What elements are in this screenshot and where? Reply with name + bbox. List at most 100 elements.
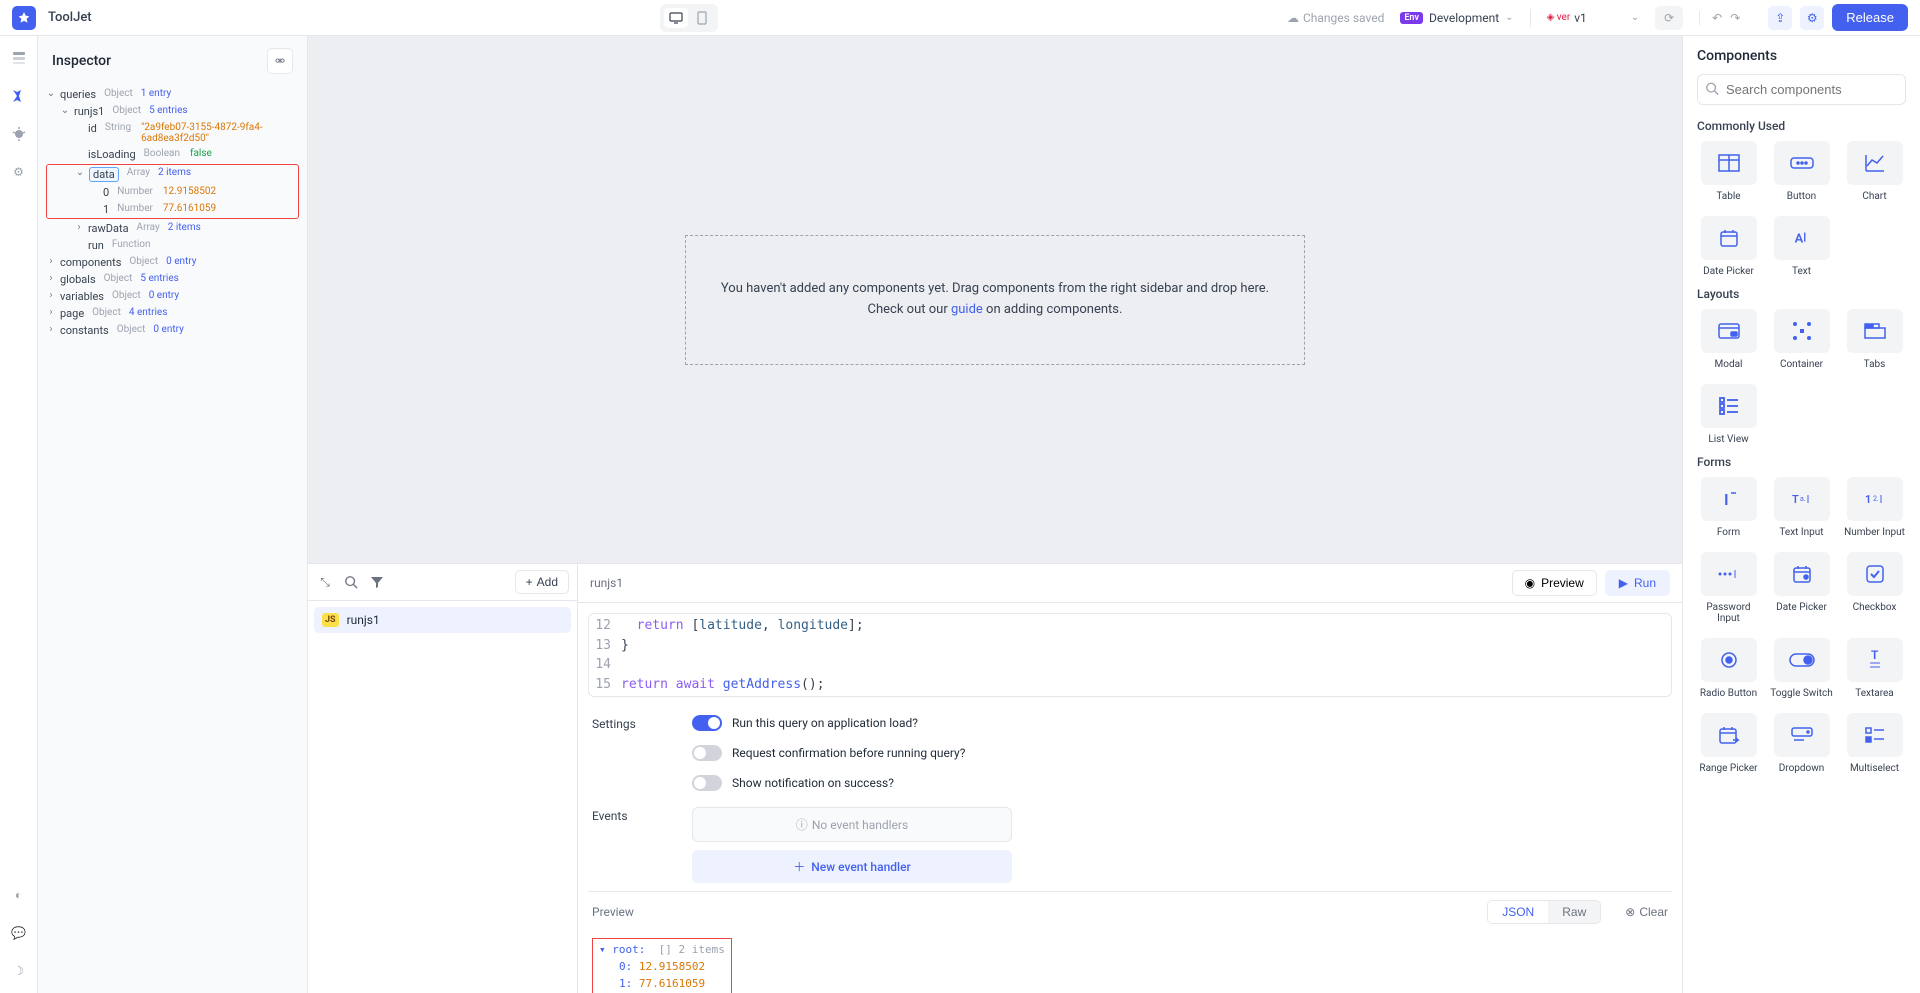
component-radiobutton[interactable]: Radio Button [1697, 638, 1760, 699]
component-multiselect[interactable]: Multiselect [1843, 713, 1906, 774]
undo-button[interactable]: ↶ [1712, 11, 1722, 25]
collapse-button[interactable]: ⤡ [316, 573, 334, 591]
components-title: Components [1697, 48, 1906, 64]
component-chart[interactable]: Chart [1843, 141, 1906, 202]
component-dropdown[interactable]: Dropdown [1770, 713, 1833, 774]
env-selector[interactable]: Env Development ⌄ [1400, 11, 1513, 25]
query-item-runjs1[interactable]: JS runjs1 [314, 607, 571, 633]
caret-icon[interactable]: ⌄ [46, 88, 56, 99]
section-commonly-used: Commonly Used [1697, 119, 1906, 133]
caret-icon[interactable]: › [46, 324, 56, 335]
plus-icon: ＋ [793, 858, 805, 875]
release-button[interactable]: Release [1832, 4, 1908, 31]
chevron-down-icon: ⌄ [1505, 12, 1513, 23]
version-badge-icon: ◈ ver [1547, 12, 1571, 23]
theme-button[interactable]: ☽ [9, 961, 29, 981]
close-icon: ⊗ [1625, 905, 1635, 919]
raw-view-button[interactable]: Raw [1548, 901, 1600, 923]
pages-tab[interactable] [9, 48, 29, 68]
topbar: ToolJet ☁ Changes saved Env Development … [0, 0, 1920, 36]
clear-result-button[interactable]: ⊗Clear [1625, 905, 1668, 919]
run-query-button[interactable]: ▶Run [1605, 570, 1670, 596]
cloud-icon: ☁ [1287, 11, 1299, 25]
app-logo[interactable] [12, 6, 36, 30]
redo-button[interactable]: ↷ [1730, 11, 1740, 25]
share-icon: ⇪ [1775, 11, 1785, 25]
component-passwordinput[interactable]: Password Input [1697, 552, 1760, 624]
component-datepicker[interactable]: Date Picker [1697, 216, 1760, 277]
toggle-run-on-load[interactable] [692, 715, 722, 731]
svg-text:T: T [1871, 649, 1879, 662]
version-selector[interactable]: ◈ ver v1 ⌄ [1547, 11, 1640, 25]
json-view-button[interactable]: JSON [1488, 901, 1548, 923]
add-query-button[interactable]: +Add [515, 570, 569, 594]
settings-button[interactable]: ⚙ [1800, 6, 1824, 30]
component-modal[interactable]: Modal [1697, 309, 1760, 370]
mobile-view-button[interactable] [690, 8, 714, 28]
unpin-button[interactable]: ⚮ [267, 48, 293, 74]
component-tabs[interactable]: Tabs [1843, 309, 1906, 370]
caret-icon[interactable]: › [46, 290, 56, 301]
debug-tab[interactable] [9, 124, 29, 144]
caret-icon[interactable]: ⌄ [75, 167, 85, 178]
share-button[interactable]: ⇪ [1768, 6, 1792, 30]
component-rangepicker[interactable]: Range Picker [1697, 713, 1760, 774]
gear-icon: ⚙ [1807, 11, 1818, 25]
canvas-area[interactable]: You haven't added any components yet. Dr… [308, 36, 1682, 563]
refresh-button[interactable]: ⟳ [1655, 6, 1683, 30]
chevron-down-icon: ⌄ [1631, 12, 1639, 23]
component-table[interactable]: Table [1697, 141, 1760, 202]
caret-icon[interactable]: › [46, 256, 56, 267]
component-listview[interactable]: List View [1697, 384, 1760, 445]
leftrail: ⚙ ◐ 💬 ☽ [0, 36, 38, 993]
help-button[interactable]: ◐ [9, 885, 29, 905]
caret-icon[interactable]: › [46, 273, 56, 284]
app-name: ToolJet [48, 10, 92, 25]
caret-icon[interactable]: ⌄ [60, 105, 70, 116]
inspector-title: Inspector [52, 53, 111, 69]
component-textinput[interactable]: Ta.Text Input [1770, 477, 1833, 538]
result-highlight-box: ▾ root: [] 2 items 0: 12.9158502 1: 77.6… [592, 938, 732, 993]
component-form[interactable]: IForm [1697, 477, 1760, 538]
editor-query-name[interactable]: runjs1 [590, 576, 623, 590]
caret-icon[interactable]: › [46, 307, 56, 318]
component-toggleswitch[interactable]: Toggle Switch [1770, 638, 1833, 699]
component-container[interactable]: Container [1770, 309, 1833, 370]
new-event-handler-button[interactable]: ＋New event handler [692, 850, 1012, 883]
search-queries-button[interactable] [342, 573, 360, 591]
play-icon: ▶ [1619, 576, 1628, 590]
guide-link[interactable]: guide [951, 302, 983, 317]
svg-text:A: A [1794, 232, 1803, 246]
inspector-tab[interactable] [9, 86, 29, 106]
result-title: Preview [592, 905, 634, 919]
caret-icon[interactable]: › [74, 222, 84, 233]
component-button[interactable]: Button [1770, 141, 1833, 202]
component-numberinput[interactable]: 12.Number Input [1843, 477, 1906, 538]
result-panel: Preview JSON Raw ⊗Clear ▾ root: [] 2 ite… [588, 891, 1672, 993]
component-datepicker2[interactable]: Date Picker [1770, 552, 1833, 624]
component-textarea[interactable]: TTextarea [1843, 638, 1906, 699]
global-settings-tab[interactable]: ⚙ [9, 162, 29, 182]
js-badge-icon: JS [322, 613, 339, 627]
components-panel: Components Commonly Used Table Button Ch… [1682, 36, 1920, 993]
desktop-view-button[interactable] [664, 8, 688, 28]
preview-query-button[interactable]: ◉Preview [1512, 570, 1597, 596]
search-components-input[interactable] [1697, 74, 1906, 105]
query-editor: runjs1 ◉Preview ▶Run 12 return [latitude… [578, 564, 1682, 993]
eye-icon: ◉ [1525, 576, 1535, 590]
settings-label: Settings [592, 715, 652, 791]
section-forms: Forms [1697, 455, 1906, 469]
search-icon [1705, 81, 1719, 98]
canvas-dropzone[interactable]: You haven't added any components yet. Dr… [685, 235, 1305, 365]
component-text[interactable]: AText [1770, 216, 1833, 277]
filter-queries-button[interactable] [368, 573, 386, 591]
svg-text:2.: 2. [1873, 495, 1879, 503]
inspector-tree: ⌄queriesObject1 entry ⌄runjs1Object5 ent… [38, 86, 307, 993]
comment-button[interactable]: 💬 [9, 923, 29, 943]
toggle-notify[interactable] [692, 775, 722, 791]
component-checkbox[interactable]: Checkbox [1843, 552, 1906, 624]
plus-icon: + [526, 575, 533, 589]
toggle-confirm[interactable] [692, 745, 722, 761]
code-editor[interactable]: 12 return [latitude, longitude]; 13} 14 … [588, 613, 1672, 697]
inspector-panel: Inspector ⚮ ⌄queriesObject1 entry ⌄runjs… [38, 36, 308, 993]
